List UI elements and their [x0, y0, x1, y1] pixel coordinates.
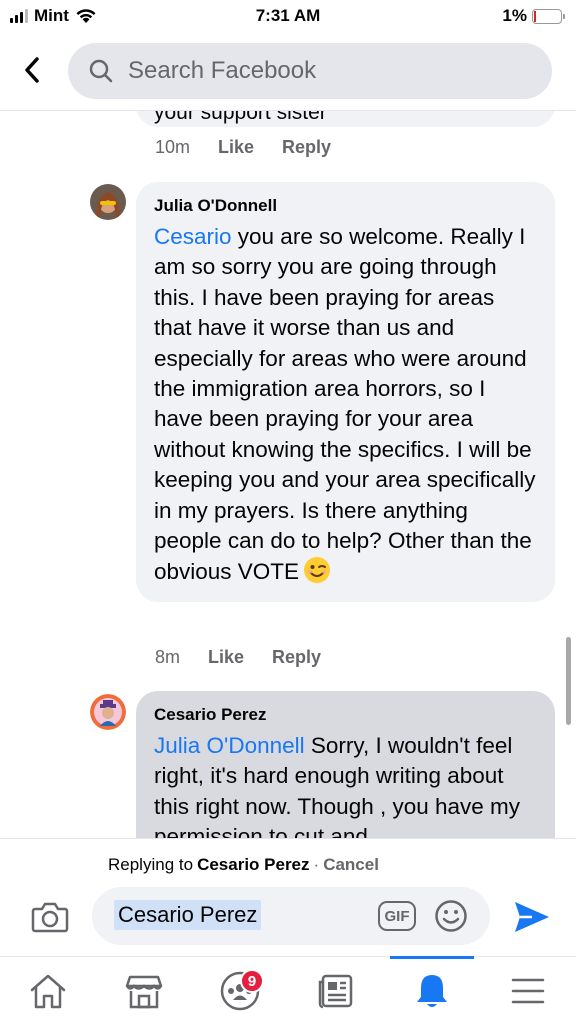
tab-marketplace[interactable]: [114, 967, 174, 1015]
comments-list[interactable]: your support sister 10m Like Reply Julia…: [0, 111, 576, 838]
tab-groups[interactable]: 9: [210, 967, 270, 1015]
previous-comment-bubble[interactable]: your support sister: [136, 111, 555, 127]
camera-button[interactable]: [30, 897, 70, 937]
comment-author[interactable]: Cesario Perez: [154, 705, 537, 725]
send-button[interactable]: [512, 899, 552, 935]
active-tab-indicator: [390, 956, 474, 959]
status-right: 1%: [502, 6, 565, 26]
search-icon: [88, 58, 114, 84]
send-icon: [515, 902, 549, 932]
comment-body: you are so welcome. Really I am so sorry…: [154, 224, 536, 585]
comment-bubble[interactable]: Julia O'Donnell Cesario you are so welco…: [136, 182, 555, 602]
gif-button[interactable]: GIF: [378, 901, 416, 931]
previous-comment-actions: 10m Like Reply: [155, 137, 331, 158]
battery-icon: [532, 8, 565, 24]
cancel-reply-button[interactable]: Cancel: [323, 855, 379, 875]
winking-face-icon: [304, 557, 331, 584]
comment-input[interactable]: Cesario Perez GIF: [92, 887, 490, 945]
chevron-left-icon: [25, 57, 39, 83]
mention-link[interactable]: Cesario: [154, 224, 232, 249]
tab-notifications[interactable]: [402, 967, 462, 1015]
mention-link[interactable]: Julia O'Donnell: [154, 733, 305, 758]
avatar-julia[interactable]: [90, 184, 126, 220]
composer-mention-text[interactable]: Cesario Perez: [114, 900, 262, 930]
replying-to-banner: Replying to Cesario Perez · Cancel: [108, 855, 379, 875]
comment-text: Julia O'Donnell Sorry, I wouldn't feel r…: [154, 731, 537, 838]
marketplace-icon: [125, 975, 163, 1009]
reply-composer-area: Replying to Cesario Perez · Cancel Cesar…: [0, 838, 576, 956]
comment-time: 8m: [155, 647, 181, 667]
emoji-button[interactable]: [434, 899, 468, 933]
search-box[interactable]: [68, 43, 552, 99]
scrollbar[interactable]: [566, 637, 571, 725]
camera-icon: [31, 902, 69, 933]
groups-badge: 9: [240, 969, 264, 993]
like-button[interactable]: Like: [218, 137, 254, 158]
status-bar: Mint 7:31 AM 1%: [0, 0, 576, 34]
replying-to-name: Cesario Perez: [197, 855, 310, 874]
tab-menu[interactable]: [498, 967, 558, 1015]
clock: 7:31 AM: [255, 6, 321, 25]
bell-icon: [417, 975, 447, 1007]
home-icon: [30, 974, 66, 1009]
reply-button[interactable]: Reply: [272, 647, 321, 668]
bottom-nav: 9: [0, 956, 576, 1024]
header: [0, 40, 576, 102]
tab-home[interactable]: [18, 967, 78, 1015]
tab-news[interactable]: [306, 967, 366, 1015]
like-button[interactable]: Like: [208, 647, 244, 668]
news-icon: [318, 974, 353, 1009]
separator: ·: [313, 855, 320, 874]
search-input[interactable]: [128, 57, 508, 85]
comment-actions: 8m Like Reply: [155, 647, 321, 668]
battery-percent: 1%: [502, 6, 527, 25]
comment-bubble-selected[interactable]: Cesario Perez Julia O'Donnell Sorry, I w…: [136, 691, 555, 838]
comment-text: Cesario you are so welcome. Really I am …: [154, 222, 537, 588]
previous-comment-fragment: your support sister: [154, 111, 327, 124]
hamburger-menu-icon: [511, 978, 545, 1004]
comment-time: 10m: [155, 137, 191, 157]
avatar-cesario[interactable]: [90, 694, 126, 730]
replying-to-label: Replying to: [108, 855, 194, 874]
reply-button[interactable]: Reply: [282, 137, 331, 158]
comment-author[interactable]: Julia O'Donnell: [154, 196, 537, 216]
smiley-icon: [435, 900, 467, 932]
back-button[interactable]: [14, 52, 50, 88]
